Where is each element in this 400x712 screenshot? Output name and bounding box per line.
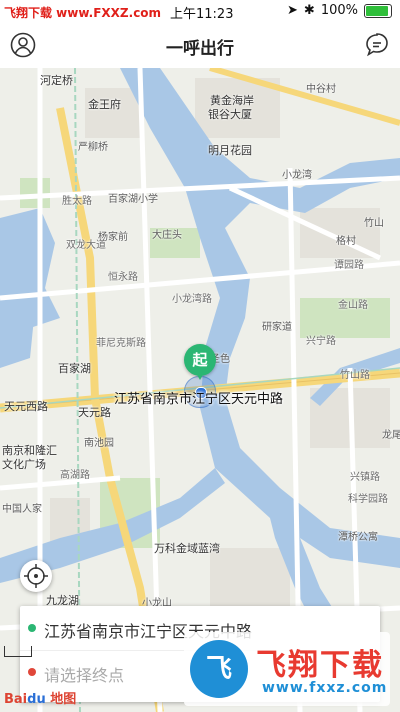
map-label: 严柳桥 — [78, 142, 108, 153]
map-label: 科学园路 — [348, 494, 388, 505]
map-label: 金山路 — [338, 300, 368, 311]
baidu-logo-map: 地图 — [50, 692, 77, 707]
map-label: 文化广场 — [2, 458, 46, 471]
map-label: 百家湖 — [58, 362, 91, 375]
nav-bar: 一呼出行 — [0, 24, 400, 69]
locate-button[interactable] — [20, 560, 52, 592]
map-label: 高湖路 — [60, 470, 90, 481]
battery-level — [366, 5, 388, 16]
map-label: 竹山 — [364, 218, 384, 229]
map-label: 小龙湾路 — [172, 294, 212, 305]
message-icon[interactable] — [364, 32, 390, 58]
status-time: 上午11:23 — [170, 7, 234, 22]
map-label: 百家湖小学 — [108, 194, 158, 205]
map-label: 双龙大道 — [66, 240, 106, 251]
map-label: 大庄头 — [152, 230, 182, 241]
map-label: 金王府 — [88, 98, 121, 111]
start-dot-icon — [28, 624, 36, 632]
map-scale — [4, 646, 32, 657]
map-label: 胜太路 — [62, 196, 92, 207]
map-label: 谭园路 — [334, 260, 364, 271]
battery-percent: 100% — [320, 3, 358, 18]
fxxz-name: 飞翔下载 — [256, 648, 384, 683]
map-label: 恒永路 — [108, 272, 138, 283]
map-label: 银谷大厦 — [208, 108, 252, 121]
map-label: 格村 — [336, 236, 356, 247]
destination-placeholder: 请选择终点 — [44, 666, 125, 685]
fxxz-watermark: 飞 飞翔下载 www.fxxz.com — [184, 632, 390, 706]
crosshair-icon — [24, 564, 48, 588]
map-label: 兴宁路 — [306, 336, 336, 347]
status-bar: 飞翔下载 www.FXXZ.com 上午11:23 ➤ ✱ 100% — [0, 0, 400, 24]
map-label: 潭桥公寓 — [338, 532, 378, 543]
map-label: 天元西路 — [4, 400, 48, 413]
map-label: 中国人家 — [2, 504, 42, 515]
bluetooth-icon: ✱ — [303, 3, 315, 18]
map-label: 兴镇路 — [350, 472, 380, 483]
current-address-label: 江苏省南京市江宁区天元中路 — [114, 392, 284, 407]
map-label: 小龙湾 — [282, 170, 312, 181]
end-dot-icon — [28, 668, 36, 676]
map-label: 中谷村 — [306, 84, 336, 95]
fxxz-logo-icon: 飞 — [190, 640, 248, 698]
start-marker[interactable]: 起 — [184, 344, 216, 380]
baidu-logo: Baidu 地图 — [4, 688, 76, 707]
map-label: 竹山路 — [340, 370, 370, 381]
map-label: 河定桥 — [40, 74, 73, 87]
location-arrow-icon: ➤ — [287, 3, 298, 18]
fxxz-url: www.fxxz.com — [262, 680, 388, 696]
watermark-text: 飞翔下载 www.FXXZ.com — [4, 6, 162, 20]
page-title: 一呼出行 — [166, 39, 234, 59]
baidu-logo-bai: Bai — [4, 692, 28, 707]
map-label: 龙尾 — [382, 430, 400, 441]
battery-icon — [364, 3, 392, 18]
map-label: 天元路 — [78, 406, 111, 419]
map-label: 研家道 — [262, 322, 292, 333]
baidu-logo-du: du — [27, 692, 46, 707]
map-label: 明月花园 — [208, 144, 252, 157]
map-label: 南池园 — [84, 438, 114, 449]
status-right: ➤ ✱ 100% — [287, 3, 392, 18]
map-label: 万科金域蓝湾 — [154, 542, 220, 555]
map-label: 菲尼克斯路 — [96, 338, 146, 349]
